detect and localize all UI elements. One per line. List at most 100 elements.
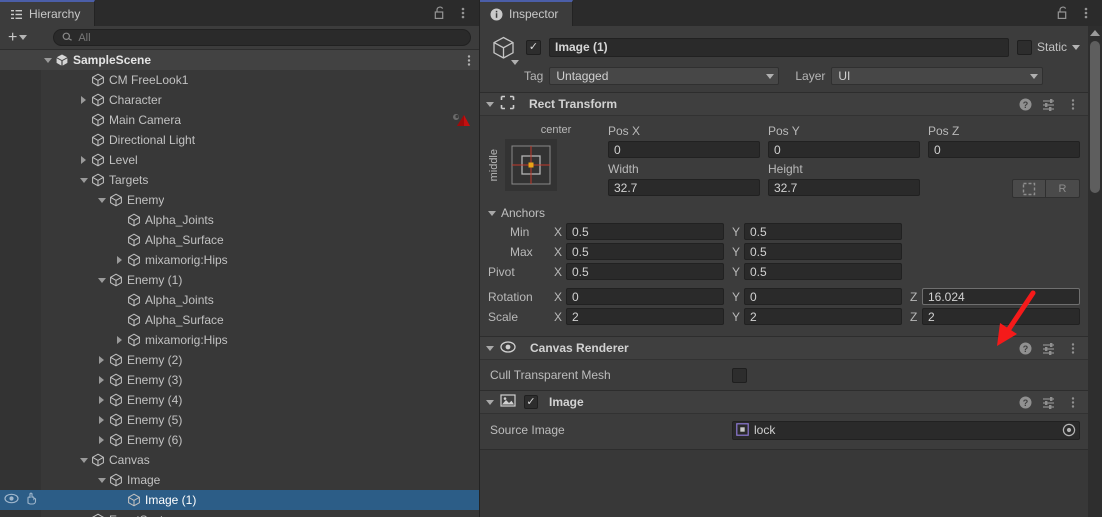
- search-input[interactable]: All: [53, 29, 471, 46]
- expand-collapse-closed-icon[interactable]: [77, 156, 90, 164]
- hierarchy-row-enemy-3[interactable]: Enemy (3): [0, 370, 479, 390]
- expand-collapse-closed-icon[interactable]: [95, 416, 108, 424]
- chevron-down-icon[interactable]: [486, 101, 494, 107]
- expand-collapse-closed-icon[interactable]: [113, 336, 126, 344]
- pivot-x-field[interactable]: 0.5: [566, 263, 724, 280]
- component-header[interactable]: Canvas Renderer ?: [480, 337, 1088, 360]
- pos-z-field[interactable]: 0: [928, 141, 1080, 158]
- help-icon[interactable]: ?: [1018, 96, 1032, 112]
- expand-collapse-closed-icon[interactable]: [95, 356, 108, 364]
- hierarchy-tree[interactable]: SampleScene CM FreeLook1 Character Main Cam…: [0, 50, 479, 517]
- hierarchy-row-enemy-1[interactable]: Enemy (1): [0, 270, 479, 290]
- hierarchy-row-eventsystem[interactable]: EventSystem: [0, 510, 479, 517]
- scroll-up-arrow-icon[interactable]: [1088, 26, 1102, 39]
- hierarchy-row-mixamorig-hips[interactable]: mixamorig:Hips: [0, 250, 479, 270]
- kebab-menu-icon[interactable]: [1079, 5, 1093, 21]
- expand-collapse-open-icon[interactable]: [95, 197, 108, 203]
- pivot-y-field[interactable]: 0.5: [744, 263, 902, 280]
- eye-icon[interactable]: [4, 493, 19, 507]
- hierarchy-row-level[interactable]: Level: [0, 150, 479, 170]
- help-icon[interactable]: ?: [1018, 340, 1032, 356]
- min-y-field[interactable]: 0.5: [744, 223, 902, 240]
- hierarchy-row-character[interactable]: Character: [0, 90, 479, 110]
- hierarchy-row-image[interactable]: Image: [0, 470, 479, 490]
- object-picker-icon[interactable]: [1061, 423, 1076, 438]
- kebab-menu-icon[interactable]: [467, 50, 471, 70]
- hand-icon[interactable]: [24, 492, 37, 508]
- chevron-down-icon[interactable]: [511, 60, 519, 65]
- help-icon[interactable]: ?: [1018, 394, 1032, 410]
- preset-icon[interactable]: [1042, 340, 1056, 356]
- cull-transparent-mesh-checkbox[interactable]: [732, 367, 747, 383]
- hierarchy-row-enemy-6[interactable]: Enemy (6): [0, 430, 479, 450]
- expand-collapse-closed-icon[interactable]: [95, 376, 108, 384]
- pos-x-field[interactable]: 0: [608, 141, 760, 158]
- preset-icon[interactable]: [1042, 394, 1056, 410]
- scale-x-field[interactable]: 2: [566, 308, 724, 325]
- expand-collapse-open-icon[interactable]: [95, 477, 108, 483]
- component-header[interactable]: ✓ Image ?: [480, 391, 1088, 414]
- expand-collapse-closed-icon[interactable]: [95, 436, 108, 444]
- kebab-menu-icon[interactable]: [1066, 340, 1080, 356]
- add-gameobject-button[interactable]: +: [6, 29, 33, 45]
- chevron-down-icon[interactable]: [486, 399, 494, 405]
- hierarchy-row-canvas[interactable]: Canvas: [0, 450, 479, 470]
- anchor-preset-widget[interactable]: center middle: [488, 122, 608, 200]
- expand-collapse-open-icon[interactable]: [77, 177, 90, 183]
- hierarchy-row-enemy-2[interactable]: Enemy (2): [0, 350, 479, 370]
- expand-collapse-closed-icon[interactable]: [95, 396, 108, 404]
- anchor-preset-button[interactable]: [505, 139, 557, 191]
- scrollbar-thumb[interactable]: [1090, 41, 1100, 193]
- expand-collapse-open-icon[interactable]: [77, 457, 90, 463]
- gameobject-name-field[interactable]: Image (1): [549, 37, 1009, 57]
- blueprint-mode-button[interactable]: [1012, 179, 1046, 198]
- hierarchy-row-targets[interactable]: Targets: [0, 170, 479, 190]
- hierarchy-row-alpha-joints[interactable]: Alpha_Joints: [0, 210, 479, 230]
- hierarchy-row-enemy[interactable]: Enemy: [0, 190, 479, 210]
- max-y-field[interactable]: 0.5: [744, 243, 902, 260]
- tag-dropdown[interactable]: Untagged: [549, 67, 780, 85]
- raw-mode-button[interactable]: R: [1046, 179, 1080, 198]
- expand-collapse-closed-icon[interactable]: [77, 96, 90, 104]
- kebab-menu-icon[interactable]: [456, 5, 470, 21]
- static-checkbox[interactable]: [1016, 39, 1032, 55]
- expand-collapse-open-icon[interactable]: [41, 57, 54, 63]
- inspector-scrollbar[interactable]: [1088, 26, 1102, 517]
- hierarchy-row-alpha-joints[interactable]: Alpha_Joints: [0, 290, 479, 310]
- rotation-y-field[interactable]: 0: [744, 288, 902, 305]
- kebab-menu-icon[interactable]: [1066, 394, 1080, 410]
- hierarchy-row-enemy-5[interactable]: Enemy (5): [0, 410, 479, 430]
- hierarchy-row-enemy-4[interactable]: Enemy (4): [0, 390, 479, 410]
- hierarchy-row-directional-light[interactable]: Directional Light: [0, 130, 479, 150]
- pos-y-field[interactable]: 0: [768, 141, 920, 158]
- hierarchy-row-samplescene[interactable]: SampleScene: [0, 50, 479, 70]
- hierarchy-row-cm-freelook1[interactable]: CM FreeLook1: [0, 70, 479, 90]
- rotation-z-field[interactable]: 16.024: [922, 288, 1080, 305]
- height-field[interactable]: 32.7: [768, 179, 920, 196]
- expand-collapse-open-icon[interactable]: [95, 277, 108, 283]
- width-field[interactable]: 32.7: [608, 179, 760, 196]
- source-image-field[interactable]: lock: [732, 420, 1080, 440]
- lock-open-icon[interactable]: [433, 5, 447, 21]
- layer-dropdown[interactable]: UI: [831, 67, 1044, 85]
- min-x-field[interactable]: 0.5: [566, 223, 724, 240]
- preset-icon[interactable]: [1042, 96, 1056, 112]
- tab-inspector[interactable]: Inspector: [480, 0, 574, 26]
- anchors-section-header[interactable]: Anchors: [488, 206, 1080, 220]
- rotation-x-field[interactable]: 0: [566, 288, 724, 305]
- chevron-down-icon[interactable]: [486, 345, 494, 351]
- expand-collapse-closed-icon[interactable]: [113, 256, 126, 264]
- chevron-down-icon[interactable]: [1072, 44, 1080, 50]
- scale-y-field[interactable]: 2: [744, 308, 902, 325]
- image-enabled-checkbox[interactable]: ✓: [524, 395, 538, 409]
- max-x-field[interactable]: 0.5: [566, 243, 724, 260]
- hierarchy-row-alpha-surface[interactable]: Alpha_Surface: [0, 310, 479, 330]
- tab-hierarchy[interactable]: Hierarchy: [0, 0, 96, 26]
- hierarchy-row-mixamorig-hips[interactable]: mixamorig:Hips: [0, 330, 479, 350]
- scale-z-field[interactable]: 2: [922, 308, 1080, 325]
- hierarchy-row-image-1[interactable]: Image (1): [0, 490, 479, 510]
- gameobject-enabled-checkbox[interactable]: ✓: [526, 39, 541, 55]
- hierarchy-row-main-camera[interactable]: Main Camera: [0, 110, 479, 130]
- hierarchy-row-alpha-surface[interactable]: Alpha_Surface: [0, 230, 479, 250]
- lock-open-icon[interactable]: [1056, 5, 1070, 21]
